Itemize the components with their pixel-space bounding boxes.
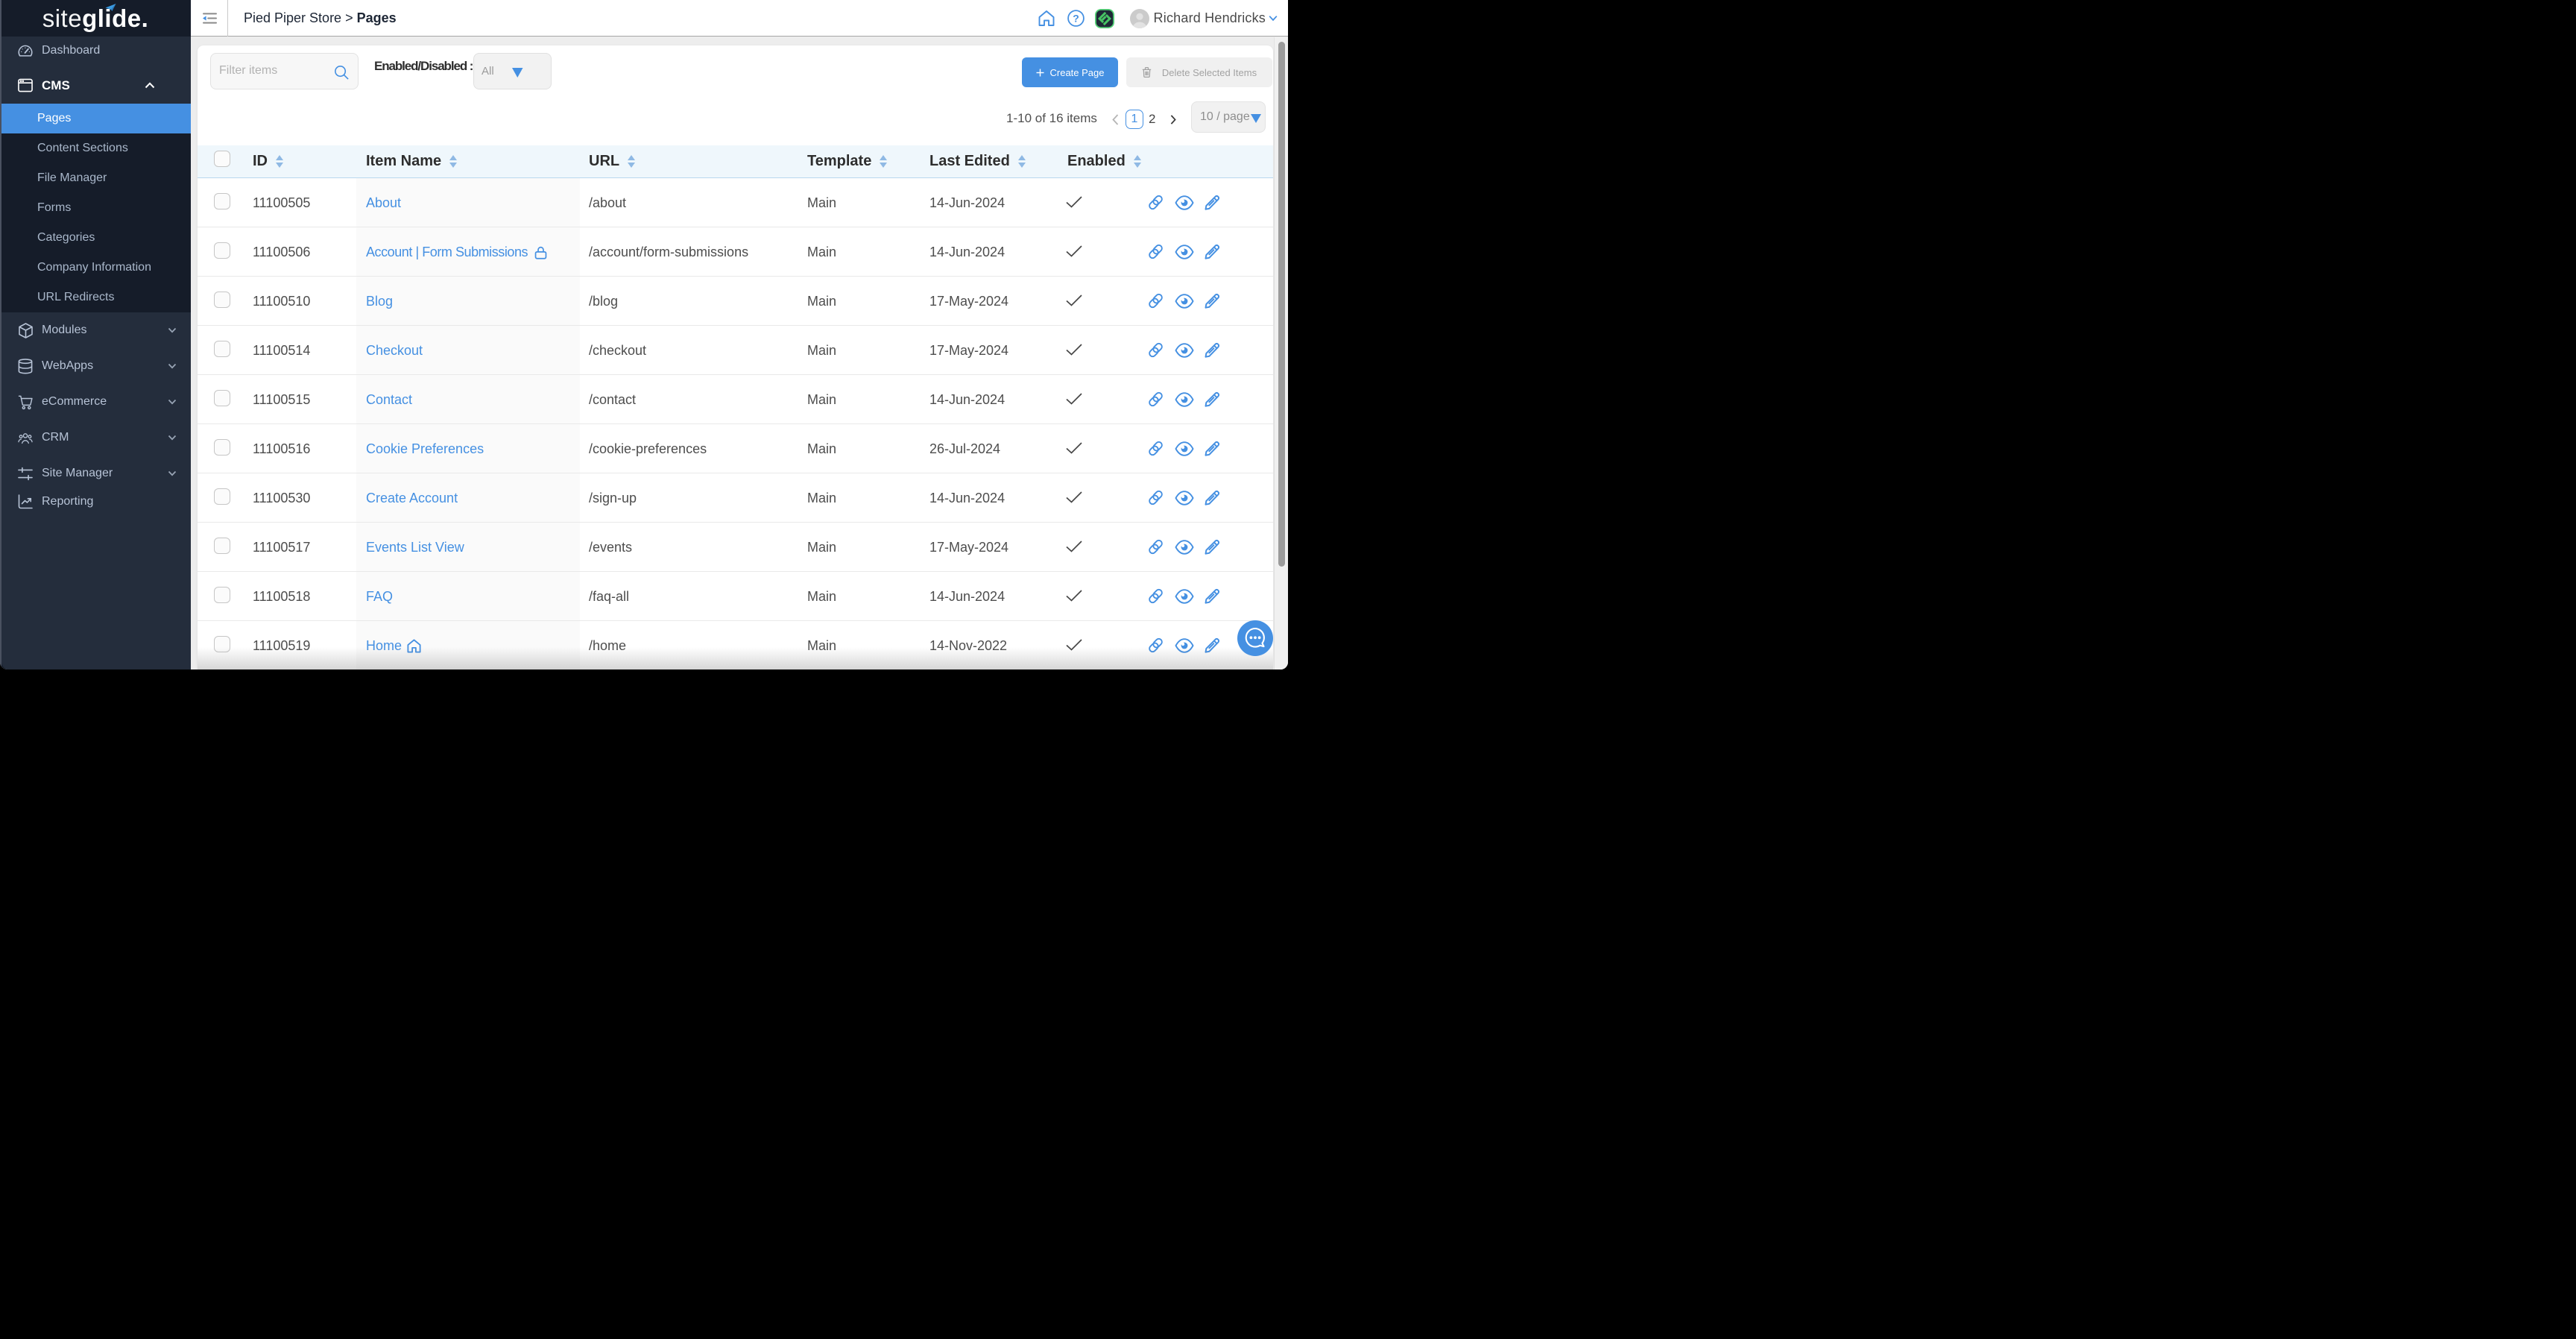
svg-text:?: ? [1073, 12, 1079, 24]
